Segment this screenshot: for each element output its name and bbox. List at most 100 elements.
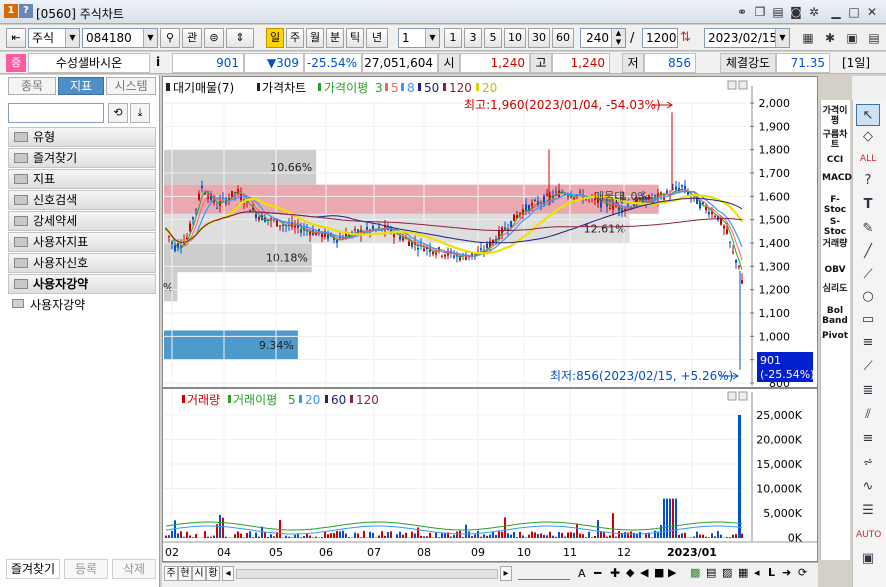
tab-system[interactable]: 시스템 (106, 77, 156, 95)
chevron-down-icon[interactable]: ▼ (143, 29, 157, 47)
zoom-in-icon[interactable]: ✚ (610, 566, 620, 580)
refresh-icon[interactable]: ⟲ (108, 103, 128, 123)
period-minute-button[interactable]: 분 (326, 28, 344, 48)
count-stepper[interactable]: 240 ▲ ▼ (580, 28, 626, 48)
scroll-back-icon[interactable]: ◂ (754, 566, 760, 579)
period-day-button[interactable]: 일 (266, 28, 284, 48)
bottom-tab-market[interactable]: 시 (192, 566, 206, 581)
scroll-right-icon[interactable]: ▸ (500, 566, 512, 581)
group-icon[interactable]: ⊜ (204, 28, 224, 48)
shortcut-volume[interactable]: 거래량 (822, 239, 848, 249)
shortcut-fast-stoch[interactable]: F-Stoc (822, 195, 848, 215)
prev-stock-icon[interactable]: ⇤ (6, 28, 26, 48)
wave-icon[interactable]: ∿ (856, 476, 880, 498)
folder-signal-search[interactable]: 신호검색 (8, 190, 156, 210)
minimize-icon[interactable]: ▁ (828, 4, 844, 20)
rewind-icon[interactable]: ◆ (626, 566, 634, 579)
interval-5-button[interactable]: 5 (484, 28, 502, 48)
total-count-input[interactable]: 1200 (642, 28, 678, 48)
date-select[interactable]: 2023/02/15 ▼ (704, 28, 790, 48)
period-tick-button[interactable]: 틱 (346, 28, 364, 48)
cursor-icon[interactable]: ↖ (856, 104, 880, 126)
eraser-icon[interactable]: ◇ (856, 126, 880, 148)
folder-user-signal[interactable]: 사용자신호 (8, 253, 156, 273)
zoom-slider[interactable] (518, 568, 570, 580)
link-icon[interactable]: ⚭ (734, 4, 750, 20)
tab-indicator[interactable]: 지표 (58, 77, 104, 95)
shortcut-bollinger[interactable]: Bol Band (822, 306, 848, 326)
updown-icon[interactable]: ⇕ (226, 28, 254, 48)
prev-icon[interactable]: ◀ (640, 566, 648, 579)
shortcut-slow-stoch[interactable]: S-Stoc (822, 217, 848, 237)
forward-icon[interactable]: ➜ (782, 566, 791, 579)
folder-indicator[interactable]: 지표 (8, 169, 156, 189)
panel-close-icon[interactable] (738, 80, 748, 90)
maximize-icon[interactable]: □ (846, 4, 862, 20)
save-icon[interactable]: ▦ (800, 30, 816, 46)
regression-icon[interactable]: ⫽ (856, 404, 880, 426)
interest-button[interactable]: 관 (182, 28, 202, 48)
interval-1-button[interactable]: 1 (444, 28, 462, 48)
horizontal-scrollbar[interactable] (236, 569, 498, 579)
zoom-out-icon[interactable]: ━ (594, 566, 601, 580)
bottom-tab-week[interactable]: 주 (164, 566, 178, 581)
pen-icon[interactable]: ✎ (856, 218, 880, 240)
expand-icon[interactable]: ⟳ (798, 566, 807, 579)
text-size-icon[interactable]: A (578, 567, 586, 580)
help-icon[interactable]: ? (856, 170, 880, 192)
excel-icon[interactable]: ▩ (690, 566, 700, 579)
folder-strength[interactable]: 강세약세 (8, 211, 156, 231)
next-icon[interactable]: ▶ (668, 566, 676, 579)
rect-icon[interactable]: ▭ (856, 309, 880, 331)
line-icon[interactable]: ╱ (856, 241, 880, 263)
circle-icon[interactable]: ○ (856, 286, 880, 308)
stock-name[interactable]: 수성샐바시온 (28, 53, 150, 73)
period-month-button[interactable]: 월 (306, 28, 324, 48)
text-icon[interactable]: T (856, 194, 880, 216)
help-badge[interactable]: ? (19, 4, 33, 18)
tree-item-user-strength[interactable]: 사용자강약 (12, 296, 85, 313)
period-year-button[interactable]: 년 (366, 28, 388, 48)
chevron-down-icon[interactable]: ▼ (65, 29, 79, 47)
print-icon[interactable]: ▣ (844, 30, 860, 46)
settings-icon[interactable]: ✱ (822, 30, 838, 46)
market-select[interactable]: 주식 ▼ (28, 28, 80, 48)
folder-type[interactable]: 유형 (8, 127, 156, 147)
download-icon[interactable]: ⤓ (130, 103, 150, 123)
period-line-icon[interactable]: ☰ (856, 500, 880, 522)
shortcut-psychology[interactable]: 심리도 (822, 284, 848, 294)
folder-user-strength[interactable]: 사용자강약 (8, 274, 156, 294)
indicator-search-input[interactable] (8, 103, 104, 123)
window-icon[interactable]: ▣ (856, 548, 880, 570)
shortcut-pivot[interactable]: Pivot (822, 331, 848, 341)
save-icon[interactable]: ▤ (706, 566, 716, 579)
bottom-tab-current[interactable]: 현 (178, 566, 192, 581)
fibo-icon[interactable]: ≣ (856, 380, 880, 402)
shortcut-cci[interactable]: CCI (822, 155, 848, 165)
channel-icon[interactable]: ≡ (856, 332, 880, 354)
gear-icon[interactable]: ✲ (806, 4, 822, 20)
folder-user-indicator[interactable]: 사용자지표 (8, 232, 156, 252)
chevron-down-icon[interactable]: ▼ (775, 29, 789, 47)
interval-60-button[interactable]: 60 (552, 28, 574, 48)
refresh-icon[interactable]: ⇅ (680, 30, 691, 45)
close-icon[interactable]: ✕ (864, 4, 880, 20)
interval-30-button[interactable]: 30 (528, 28, 550, 48)
shortcut-macd[interactable]: MACD (822, 173, 852, 183)
scroll-left-icon[interactable]: ◂ (222, 566, 234, 581)
auto-icon[interactable]: AUTO (856, 524, 881, 546)
interval-select[interactable]: 1 ▼ (398, 28, 440, 48)
shortcut-ichimoku[interactable]: 구름차트 (822, 130, 848, 150)
stepper-icon[interactable]: ▲ ▼ (611, 29, 625, 47)
stock-code-input[interactable]: 084180 ▼ (82, 28, 158, 48)
copy-icon[interactable]: ❐ (752, 4, 768, 20)
panel-minimize-icon[interactable] (727, 391, 737, 401)
delete-all-icon[interactable]: ALL (856, 148, 880, 170)
export-icon[interactable]: ▦ (738, 566, 748, 579)
search-icon[interactable]: ⚲ (160, 28, 180, 48)
stop-icon[interactable]: ■ (654, 566, 664, 579)
trend-line-icon[interactable]: ⟋ (856, 264, 880, 286)
panel-minimize-icon[interactable] (727, 80, 737, 90)
info-icon[interactable]: i (156, 55, 160, 69)
panel-close-icon[interactable] (738, 391, 748, 401)
